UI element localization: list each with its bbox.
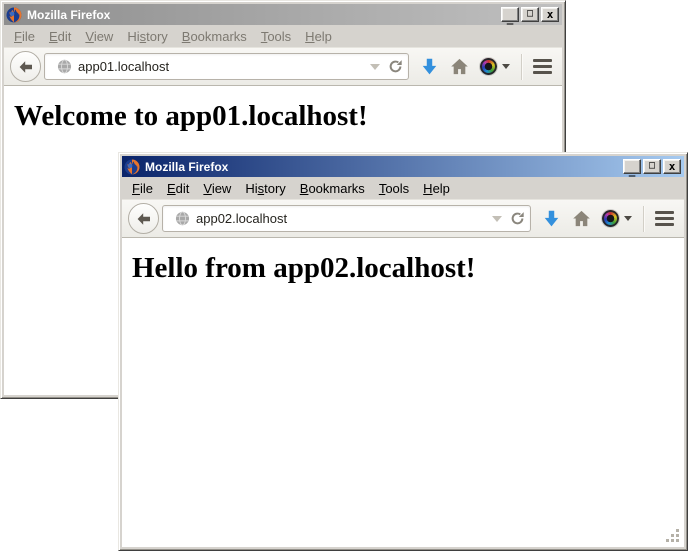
hamburger-menu-button[interactable] [655,211,674,226]
url-bar[interactable]: app01.localhost [44,53,409,80]
globe-icon [57,59,72,74]
menu-history[interactable]: History [120,27,174,46]
url-text: app02.localhost [196,211,486,226]
menu-file[interactable]: File [125,179,160,198]
back-arrow-icon [136,211,152,227]
reload-button[interactable] [388,59,403,74]
menu-history[interactable]: History [238,179,292,198]
urlbar-dropdown-icon[interactable] [370,64,380,70]
menu-edit[interactable]: Edit [160,179,196,198]
menu-file[interactable]: File [7,27,42,46]
menu-bar: File Edit View History Bookmarks Tools H… [122,177,684,199]
urlbar-dropdown-icon[interactable] [492,216,502,222]
page-heading: Hello from app02.localhost! [132,252,684,285]
titlebar[interactable]: Mozilla Firefox _ □ x [122,156,684,177]
addon-dropdown-icon [624,216,632,221]
menu-bookmarks[interactable]: Bookmarks [175,27,254,46]
download-arrow-icon [420,57,439,76]
reload-icon [510,211,525,226]
back-button[interactable] [128,203,159,234]
download-arrow-icon [542,209,561,228]
hamburger-menu-button[interactable] [533,59,552,74]
back-button[interactable] [10,51,41,82]
home-button[interactable] [572,209,591,228]
resize-grip[interactable] [676,539,679,542]
menu-help[interactable]: Help [298,27,339,46]
maximize-button[interactable]: □ [643,159,661,174]
menu-tools[interactable]: Tools [372,179,416,198]
menu-view[interactable]: View [78,27,120,46]
navigation-toolbar: app02.localhost [122,199,684,237]
toolbar-separator [643,206,644,232]
menu-edit[interactable]: Edit [42,27,78,46]
url-bar[interactable]: app02.localhost [162,205,531,232]
page-heading: Welcome to app01.localhost! [14,100,562,133]
reload-icon [388,59,403,74]
reload-button[interactable] [510,211,525,226]
window-title: Mozilla Firefox [144,160,619,174]
navigation-toolbar: app01.localhost [4,47,562,85]
download-button[interactable] [542,209,561,228]
menu-view[interactable]: View [196,179,238,198]
menu-bookmarks[interactable]: Bookmarks [293,179,372,198]
download-button[interactable] [420,57,439,76]
minimize-button[interactable]: _ [501,7,519,22]
menu-help[interactable]: Help [416,179,457,198]
home-icon [572,209,591,228]
firefox-icon [124,159,140,175]
window-controls: _ □ x [501,7,560,22]
toolbar-separator [521,54,522,80]
lens-icon [602,210,619,227]
titlebar[interactable]: Mozilla Firefox _ □ x [4,4,562,25]
close-button[interactable]: x [541,7,559,22]
page-content: Hello from app02.localhost! [122,237,684,547]
home-icon [450,57,469,76]
window-controls: _ □ x [623,159,682,174]
addon-lens-button[interactable] [602,210,632,227]
window-title: Mozilla Firefox [26,8,497,22]
firefox-icon [6,7,22,23]
addon-dropdown-icon [502,64,510,69]
menu-bar: File Edit View History Bookmarks Tools H… [4,25,562,47]
addon-lens-button[interactable] [480,58,510,75]
lens-icon [480,58,497,75]
hamburger-icon [655,211,674,214]
menu-tools[interactable]: Tools [254,27,298,46]
hamburger-icon [533,59,552,62]
maximize-button[interactable]: □ [521,7,539,22]
url-text: app01.localhost [78,59,364,74]
desktop: Mozilla Firefox _ □ x File Edit View His… [0,0,688,551]
close-button[interactable]: x [663,159,681,174]
browser-window-app02: Mozilla Firefox _ □ x File Edit View His… [118,152,688,551]
globe-icon [175,211,190,226]
back-arrow-icon [18,59,34,75]
minimize-button[interactable]: _ [623,159,641,174]
home-button[interactable] [450,57,469,76]
